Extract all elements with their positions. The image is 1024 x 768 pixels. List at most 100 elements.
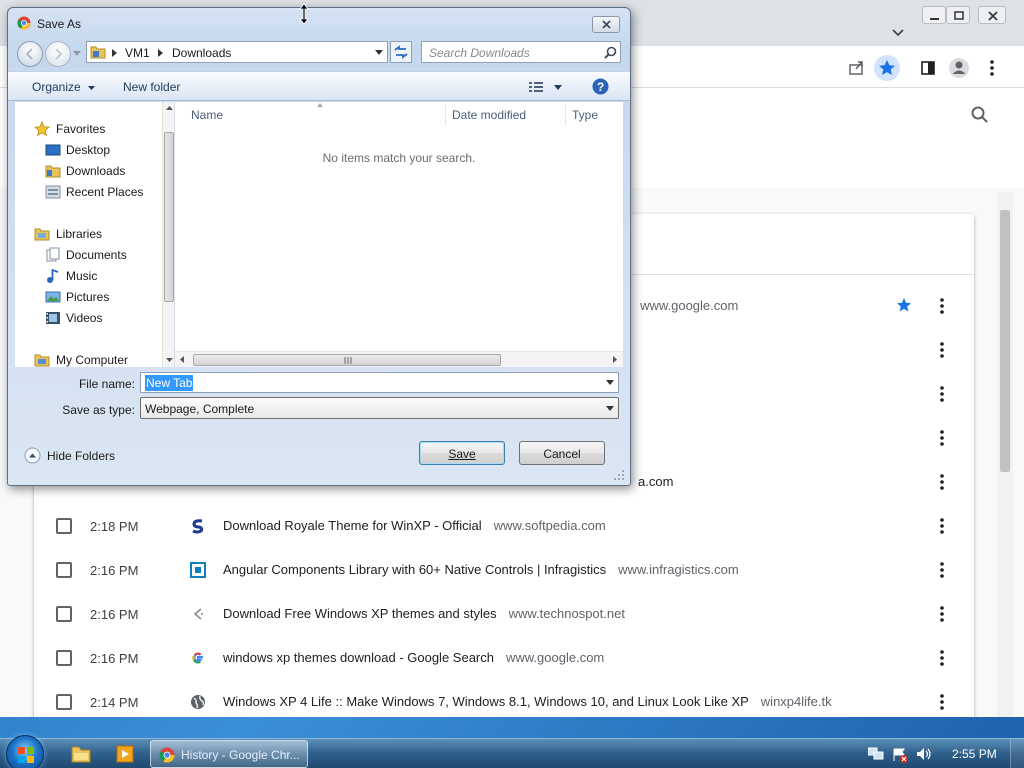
chrome-menu-icon[interactable] [979, 55, 1005, 81]
star-icon [34, 121, 50, 137]
breadcrumb-vm1[interactable]: VM1 [125, 46, 150, 60]
start-button[interactable] [6, 735, 44, 768]
minimize-button[interactable] [922, 6, 946, 24]
refresh-button[interactable] [390, 41, 412, 63]
nav-item-documents[interactable]: Documents [15, 245, 160, 265]
volume-icon[interactable] [916, 747, 932, 761]
taskbar-clock[interactable]: 2:55 PM [952, 747, 997, 761]
breadcrumb-separator-icon[interactable] [158, 49, 163, 57]
row-menu-icon[interactable] [932, 384, 952, 404]
breadcrumb-separator-icon[interactable] [112, 49, 117, 57]
column-header-type[interactable]: Type [572, 108, 598, 122]
history-title[interactable]: Download Free Windows XP themes and styl… [223, 606, 625, 621]
row-menu-icon[interactable] [932, 692, 952, 712]
nav-item-music[interactable]: Music [15, 266, 160, 286]
save-button[interactable]: Save [419, 441, 505, 465]
nav-item-favorites[interactable]: Favorites [15, 119, 160, 139]
restore-button[interactable] [946, 6, 970, 24]
tab-search-chevron-icon[interactable] [890, 26, 906, 40]
file-name-selected-text[interactable]: New Tab [145, 375, 194, 391]
search-icon[interactable] [970, 105, 990, 125]
recent-pages-chevron-icon[interactable] [73, 51, 81, 56]
history-title[interactable]: Angular Components Library with 60+ Nati… [223, 562, 739, 577]
row-checkbox[interactable] [56, 694, 72, 710]
row-menu-icon[interactable] [932, 340, 952, 360]
dialog-titlebar[interactable]: Save As [8, 8, 630, 38]
scrollbar-thumb[interactable] [1000, 210, 1010, 472]
media-player-icon[interactable] [108, 742, 142, 766]
row-menu-icon[interactable] [932, 604, 952, 624]
nav-item-pictures[interactable]: Pictures [15, 287, 160, 307]
column-divider[interactable] [445, 104, 446, 126]
profile-avatar-icon[interactable] [946, 55, 972, 81]
row-menu-icon[interactable] [932, 296, 952, 316]
scrollbar-thumb[interactable] [193, 354, 501, 366]
action-center-icon[interactable] [892, 747, 908, 763]
history-row[interactable]: 2:16 PM windows xp themes download - Goo… [34, 636, 974, 680]
share-icon[interactable] [843, 55, 869, 81]
nav-item-my-computer[interactable]: My Computer [15, 350, 160, 367]
row-menu-icon[interactable] [932, 428, 952, 448]
nav-item-desktop[interactable]: Desktop [15, 140, 160, 160]
show-desktop-button[interactable] [1010, 739, 1024, 768]
row-checkbox[interactable] [56, 650, 72, 666]
explorer-folder-icon[interactable] [64, 742, 98, 766]
history-title[interactable]: Download Royale Theme for WinXP - Offici… [223, 518, 606, 533]
resize-grip-icon[interactable] [612, 468, 626, 482]
history-row[interactable]: 2:18 PM Download Royale Theme for WinXP … [34, 504, 974, 548]
help-icon[interactable]: ? [592, 78, 609, 95]
empty-results-message: No items match your search. [322, 151, 476, 165]
nav-item-libraries[interactable]: Libraries [15, 224, 160, 244]
new-folder-button[interactable]: New folder [123, 80, 180, 94]
column-divider[interactable] [565, 104, 566, 126]
row-menu-icon[interactable] [932, 516, 952, 536]
history-domain: a.com [638, 474, 674, 489]
file-name-input[interactable]: New Tab [140, 372, 619, 393]
nav-item-recent-places[interactable]: Recent Places [15, 182, 160, 202]
close-button[interactable] [978, 6, 1006, 24]
scrollbar-thumb[interactable] [164, 132, 174, 302]
history-row[interactable]: 2:16 PM Download Free Windows XP themes … [34, 592, 974, 636]
search-input[interactable]: Search Downloads [421, 41, 621, 63]
pictures-icon [45, 289, 61, 305]
history-row[interactable]: 2:16 PM Angular Components Library with … [34, 548, 974, 592]
taskbar-chrome-history[interactable]: History - Google Chr... [150, 740, 308, 768]
nav-item-downloads[interactable]: Downloads [15, 161, 160, 181]
address-dropdown-icon[interactable] [375, 50, 383, 55]
file-list-pane: Name Date modified Type No items match y… [175, 102, 623, 367]
nav-item-videos[interactable]: Videos [15, 308, 160, 328]
dialog-close-button[interactable] [592, 16, 620, 33]
back-button[interactable] [17, 41, 43, 67]
file-list-horizontal-scrollbar[interactable] [175, 351, 623, 367]
hide-folders-button[interactable]: Hide Folders [24, 446, 124, 466]
history-domain: www.infragistics.com [618, 562, 739, 577]
network-icon[interactable] [868, 747, 884, 761]
cancel-button[interactable]: Cancel [519, 441, 605, 465]
view-dropdown-icon[interactable] [554, 85, 562, 90]
row-checkbox[interactable] [56, 562, 72, 578]
forward-button[interactable] [45, 41, 71, 67]
side-panel-icon[interactable] [915, 55, 941, 81]
row-menu-icon[interactable] [932, 648, 952, 668]
save-as-type-dropdown-icon[interactable] [606, 406, 614, 411]
column-header-name[interactable]: Name [191, 108, 223, 122]
history-title[interactable]: Windows XP 4 Life :: Make Windows 7, Win… [223, 694, 832, 709]
view-options-icon[interactable] [529, 81, 545, 93]
nav-pane-scrollbar[interactable] [162, 102, 174, 367]
page-scrollbar[interactable] [997, 192, 1013, 717]
row-checkbox[interactable] [56, 518, 72, 534]
row-menu-icon[interactable] [932, 560, 952, 580]
address-bar[interactable]: VM1 Downloads [86, 41, 388, 63]
row-menu-icon[interactable] [932, 472, 952, 492]
row-checkbox[interactable] [56, 606, 72, 622]
search-icon[interactable] [604, 46, 617, 59]
history-row[interactable]: 2:14 PM Windows XP 4 Life :: Make Window… [34, 680, 974, 717]
history-title[interactable]: windows xp themes download - Google Sear… [223, 650, 604, 665]
save-as-type-select[interactable]: Webpage, Complete [140, 397, 619, 419]
file-name-dropdown-icon[interactable] [606, 380, 614, 385]
organize-button[interactable]: Organize [32, 80, 96, 94]
bookmark-star-icon[interactable] [874, 55, 900, 81]
column-header-date-modified[interactable]: Date modified [452, 108, 526, 122]
bookmark-star-icon[interactable] [896, 297, 912, 313]
breadcrumb-downloads[interactable]: Downloads [172, 46, 231, 60]
